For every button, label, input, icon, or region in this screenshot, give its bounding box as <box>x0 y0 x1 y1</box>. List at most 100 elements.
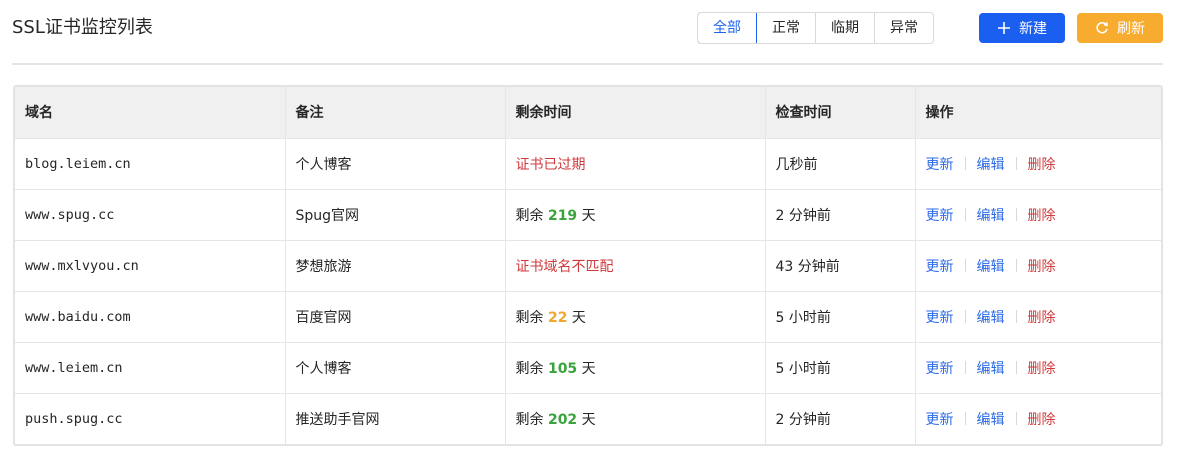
table-row: blog.leiem.cn 个人博客 证书已过期 几秒前 更新 编辑 删除 <box>15 138 1161 190</box>
remaining-unit: 天 <box>581 207 596 224</box>
domain-cell: www.mxlvyou.cn <box>15 240 286 292</box>
remaining-days: 219 <box>547 207 578 224</box>
filter-normal[interactable]: 正常 <box>756 13 815 43</box>
remaining-prefix: 剩余 <box>515 207 544 224</box>
note-cell: 个人博客 <box>285 138 506 190</box>
table-row: www.leiem.cn 个人博客 剩余 105 天5 小时前 更新 编辑 删除 <box>15 342 1161 394</box>
table-row: push.spug.cc 推送助手官网 剩余 202 天2 分钟前 更新 编辑 删除 <box>15 393 1161 444</box>
action-divider <box>964 411 966 425</box>
checked-time-cell: 2 分钟前 <box>765 393 916 444</box>
refresh-icon <box>1095 21 1109 35</box>
action-divider <box>1015 309 1017 323</box>
delete-link[interactable]: 删除 <box>1028 208 1056 224</box>
delete-link[interactable]: 删除 <box>1028 259 1056 275</box>
action-divider <box>964 360 966 374</box>
remaining-days: 105 <box>547 360 578 377</box>
update-link[interactable]: 更新 <box>926 157 954 173</box>
refresh-button[interactable]: 刷新 <box>1077 13 1163 43</box>
column-header-remaining: 剩余时间 <box>505 87 766 139</box>
note-cell: 推送助手官网 <box>285 393 506 444</box>
remaining-cell: 剩余 219 天 <box>505 189 766 241</box>
header-divider <box>12 63 1163 65</box>
update-link[interactable]: 更新 <box>926 310 954 326</box>
cert-error-text: 证书已过期 <box>515 156 586 173</box>
edit-link[interactable]: 编辑 <box>977 208 1005 224</box>
column-header-note: 备注 <box>285 87 506 139</box>
update-link[interactable]: 更新 <box>926 208 954 224</box>
new-button[interactable]: 新建 <box>979 13 1065 43</box>
action-divider <box>1015 207 1017 221</box>
table-row: www.spug.cc Spug官网 剩余 219 天2 分钟前 更新 编辑 删除 <box>15 189 1161 241</box>
domain-cell: www.leiem.cn <box>15 342 286 394</box>
domain-cell: www.baidu.com <box>15 291 286 343</box>
page-title: SSL证书监控列表 <box>12 17 153 38</box>
note-cell: 个人博客 <box>285 342 506 394</box>
remaining-days: 22 <box>547 309 568 326</box>
action-divider <box>964 309 966 323</box>
action-divider <box>1015 360 1017 374</box>
remaining-prefix: 剩余 <box>515 360 544 377</box>
actions-cell: 更新 编辑 删除 <box>915 189 1161 241</box>
actions-cell: 更新 编辑 删除 <box>915 138 1161 190</box>
checked-time-cell: 2 分钟前 <box>765 189 916 241</box>
remaining-unit: 天 <box>571 309 586 326</box>
new-button-label: 新建 <box>1019 21 1047 37</box>
remaining-cell: 剩余 202 天 <box>505 393 766 444</box>
column-header-domain: 域名 <box>15 87 286 139</box>
remaining-cell: 剩余 105 天 <box>505 342 766 394</box>
filter-abnormal[interactable]: 异常 <box>874 13 933 43</box>
remaining-cell: 证书域名不匹配 <box>505 240 766 292</box>
update-link[interactable]: 更新 <box>926 361 954 377</box>
remaining-unit: 天 <box>581 360 596 377</box>
delete-link[interactable]: 删除 <box>1028 412 1056 428</box>
column-header-actions: 操作 <box>915 87 1161 139</box>
actions-cell: 更新 编辑 删除 <box>915 240 1161 292</box>
delete-link[interactable]: 删除 <box>1028 157 1056 173</box>
action-divider <box>964 207 966 221</box>
column-header-checked: 检查时间 <box>765 87 916 139</box>
cert-error-text: 证书域名不匹配 <box>515 258 614 275</box>
action-divider <box>1015 411 1017 425</box>
update-link[interactable]: 更新 <box>926 259 954 275</box>
page: SSL证书监控列表 全部 正常 临期 异常 新建 刷新 域名 备注 剩余时间 检… <box>0 0 1177 460</box>
edit-link[interactable]: 编辑 <box>977 157 1005 173</box>
cert-table: 域名 备注 剩余时间 检查时间 操作 blog.leiem.cn 个人博客 证书已过… <box>13 85 1163 446</box>
checked-time-cell: 几秒前 <box>765 138 916 190</box>
action-divider <box>1015 156 1017 170</box>
status-filter-group: 全部 正常 临期 异常 <box>697 12 934 44</box>
refresh-button-label: 刷新 <box>1117 21 1145 37</box>
table-row: www.baidu.com 百度官网 剩余 22 天5 小时前 更新 编辑 删除 <box>15 291 1161 343</box>
remaining-unit: 天 <box>581 411 596 428</box>
filter-all[interactable]: 全部 <box>698 13 757 43</box>
note-cell: 梦想旅游 <box>285 240 506 292</box>
edit-link[interactable]: 编辑 <box>977 259 1005 275</box>
domain-cell: www.spug.cc <box>15 189 286 241</box>
filter-expiring[interactable]: 临期 <box>815 13 874 43</box>
remaining-cell: 证书已过期 <box>505 138 766 190</box>
edit-link[interactable]: 编辑 <box>977 310 1005 326</box>
actions-cell: 更新 编辑 删除 <box>915 291 1161 343</box>
table-header-row: 域名 备注 剩余时间 检查时间 操作 <box>15 87 1161 139</box>
plus-icon <box>997 21 1011 35</box>
note-cell: Spug官网 <box>285 189 506 241</box>
action-divider <box>964 156 966 170</box>
remaining-prefix: 剩余 <box>515 411 544 428</box>
action-divider <box>964 258 966 272</box>
remaining-prefix: 剩余 <box>515 309 544 326</box>
actions-cell: 更新 编辑 删除 <box>915 393 1161 444</box>
update-link[interactable]: 更新 <box>926 412 954 428</box>
table-row: www.mxlvyou.cn 梦想旅游 证书域名不匹配 43 分钟前 更新 编辑 删除 <box>15 240 1161 292</box>
edit-link[interactable]: 编辑 <box>977 361 1005 377</box>
remaining-days: 202 <box>547 411 578 428</box>
domain-cell: push.spug.cc <box>15 393 286 444</box>
checked-time-cell: 5 小时前 <box>765 291 916 343</box>
checked-time-cell: 43 分钟前 <box>765 240 916 292</box>
domain-cell: blog.leiem.cn <box>15 138 286 190</box>
checked-time-cell: 5 小时前 <box>765 342 916 394</box>
edit-link[interactable]: 编辑 <box>977 412 1005 428</box>
delete-link[interactable]: 删除 <box>1028 361 1056 377</box>
note-cell: 百度官网 <box>285 291 506 343</box>
delete-link[interactable]: 删除 <box>1028 310 1056 326</box>
remaining-cell: 剩余 22 天 <box>505 291 766 343</box>
actions-cell: 更新 编辑 删除 <box>915 342 1161 394</box>
